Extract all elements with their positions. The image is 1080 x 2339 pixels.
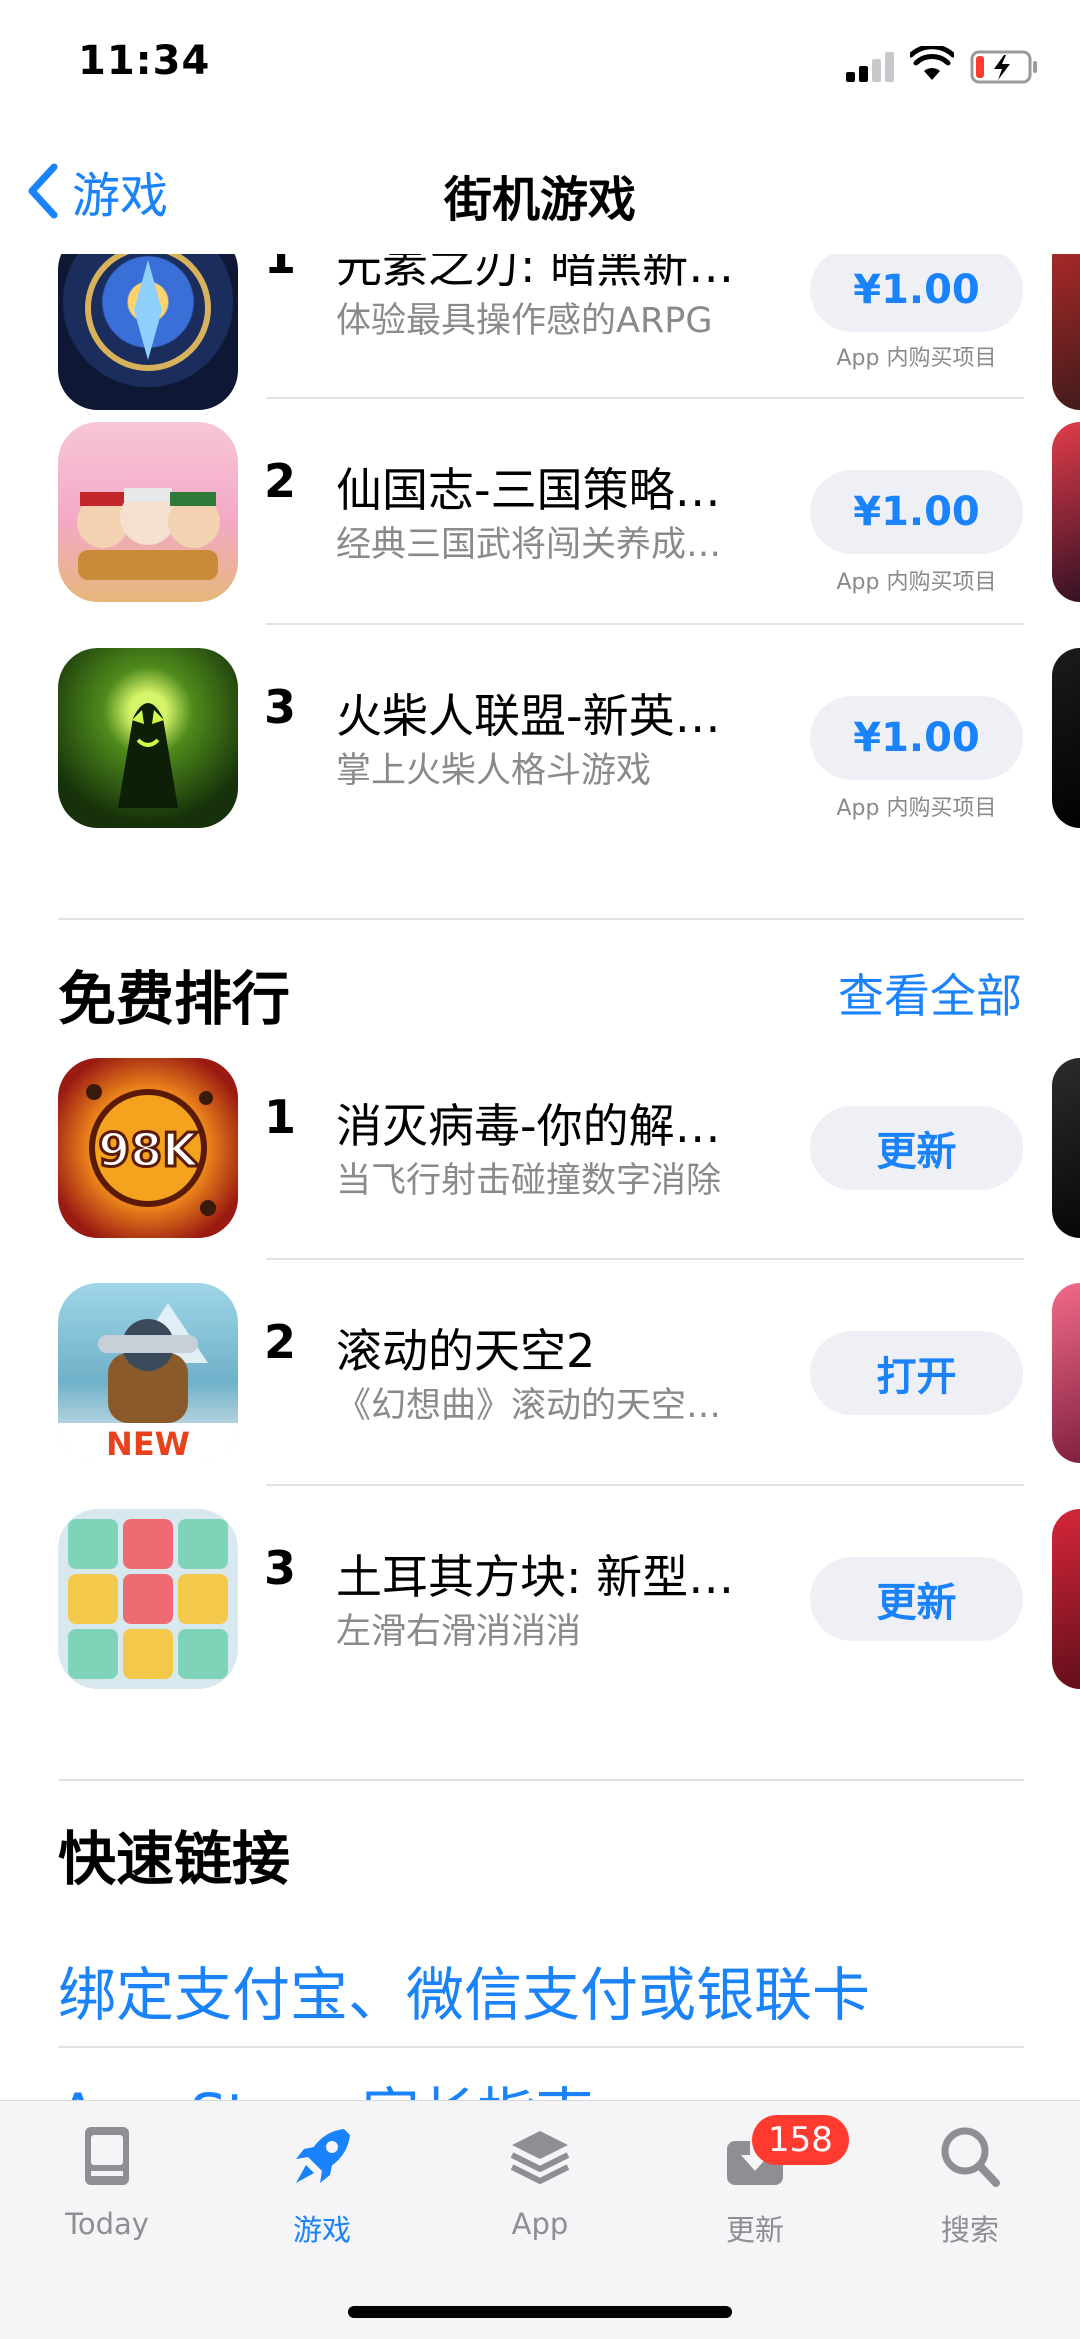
divider bbox=[58, 2046, 1024, 2048]
status-time: 11:34 bbox=[78, 38, 211, 84]
layers-icon bbox=[510, 2131, 570, 2184]
page-title: 街机游戏 bbox=[443, 172, 636, 228]
next-column-icon bbox=[1052, 422, 1080, 602]
list-item[interactable]: 3 土耳其方块: 新型… 左滑右滑消消消 更新 bbox=[0, 1509, 1080, 1734]
app-name: 土耳其方块: 新型… bbox=[336, 1550, 735, 1604]
open-button[interactable]: 打开 bbox=[810, 1331, 1023, 1415]
tab-updates[interactable]: 158 更新 bbox=[680, 2115, 849, 2261]
app-icon: 98K bbox=[58, 1058, 238, 1238]
cellular-signal-icon bbox=[846, 52, 898, 82]
in-app-purchase-note: App 内购买项目 bbox=[836, 796, 997, 821]
tab-apps[interactable]: App bbox=[465, 2121, 615, 2261]
quick-link-parents-guide[interactable]: App Store 家长指南 bbox=[58, 2068, 593, 2100]
tab-label: 更新 bbox=[725, 2213, 784, 2247]
app-subtitle: 当飞行射击碰撞数字消除 bbox=[336, 1161, 722, 1201]
tab-label: App bbox=[511, 2207, 569, 2241]
wifi-icon bbox=[910, 46, 954, 80]
next-column-icon bbox=[1052, 230, 1080, 410]
divider bbox=[266, 623, 1024, 625]
in-app-purchase-note: App 内购买项目 bbox=[836, 570, 997, 595]
see-all-link[interactable]: 查看全部 bbox=[838, 960, 1022, 1026]
app-icon bbox=[58, 422, 238, 602]
app-subtitle: 掌上火柴人格斗游戏 bbox=[336, 751, 652, 791]
battery-charging-icon bbox=[970, 50, 1037, 84]
rank-number: 3 bbox=[264, 680, 297, 734]
search-icon bbox=[941, 2127, 1000, 2187]
section-divider bbox=[58, 918, 1024, 920]
icon-text: 98K bbox=[98, 1123, 200, 1177]
quick-link-payment[interactable]: 绑定支付宝、微信支付或银联卡 bbox=[58, 1948, 870, 2032]
rank-number: 1 bbox=[264, 1090, 297, 1144]
app-name: 滚动的天空2 bbox=[336, 1324, 596, 1378]
list-item[interactable]: 98K 1 消灭病毒-你的解… 当飞行射击碰撞数字消除 更新 bbox=[0, 1058, 1080, 1283]
rank-number: 2 bbox=[264, 454, 297, 508]
app-name: 仙国志-三国策略… bbox=[336, 463, 721, 517]
tab-bar: Today 游戏 App 158 更新 搜索 bbox=[0, 2100, 1080, 2339]
list-item[interactable]: 2 仙国志-三国策略… 经典三国武将闯关养成… ¥1.00 App 内购买项目 bbox=[0, 422, 1080, 647]
tab-label: 游戏 bbox=[292, 2213, 351, 2247]
tab-games[interactable]: 游戏 bbox=[247, 2121, 397, 2261]
tab-label: 搜索 bbox=[940, 2213, 999, 2247]
price-button[interactable]: ¥1.00 bbox=[810, 470, 1023, 554]
divider bbox=[266, 1484, 1024, 1486]
rank-number: 3 bbox=[264, 1541, 297, 1595]
section-title: 免费排行 bbox=[58, 965, 291, 1033]
divider bbox=[266, 397, 1024, 399]
next-column-icon bbox=[1052, 1509, 1080, 1689]
app-icon bbox=[58, 648, 238, 828]
app-icon bbox=[58, 230, 238, 410]
next-column-icon bbox=[1052, 1058, 1080, 1238]
tab-today[interactable]: Today bbox=[32, 2121, 182, 2261]
rank-number: 2 bbox=[264, 1315, 297, 1369]
status-bar: 11:34 bbox=[0, 0, 1080, 132]
icon-text: NEW bbox=[106, 1425, 190, 1463]
app-subtitle: 体验最具操作感的ARPG bbox=[336, 301, 713, 341]
navigation-bar: 游戏 街机游戏 bbox=[0, 132, 1080, 254]
app-icon: NEW bbox=[58, 1283, 238, 1463]
today-icon bbox=[85, 2127, 129, 2185]
list-item[interactable]: NEW 2 滚动的天空2 《幻想曲》滚动的天空… 打开 bbox=[0, 1283, 1080, 1508]
price-button[interactable]: ¥1.00 bbox=[810, 248, 1023, 332]
updates-badge: 158 bbox=[752, 2115, 849, 2165]
next-column-icon bbox=[1052, 1283, 1080, 1463]
rocket-icon bbox=[296, 2129, 350, 2183]
app-subtitle: 《幻想曲》滚动的天空… bbox=[336, 1386, 722, 1426]
in-app-purchase-note: App 内购买项目 bbox=[836, 346, 997, 371]
app-subtitle: 左滑右滑消消消 bbox=[336, 1612, 582, 1652]
list-item[interactable]: 3 火柴人联盟-新英… 掌上火柴人格斗游戏 ¥1.00 App 内购买项目 bbox=[0, 648, 1080, 873]
app-subtitle: 经典三国武将闯关养成… bbox=[336, 525, 722, 565]
scroll-content[interactable]: 1 元素之刃: 暗黑新… 体验最具操作感的ARPG ¥1.00 App 内购买项… bbox=[0, 0, 1080, 2100]
section-title: 快速链接 bbox=[58, 1825, 291, 1893]
update-button[interactable]: 更新 bbox=[810, 1557, 1023, 1641]
tab-label: Today bbox=[65, 2207, 149, 2241]
app-name: 火柴人联盟-新英… bbox=[336, 689, 721, 743]
update-button[interactable]: 更新 bbox=[810, 1106, 1023, 1190]
next-column-icon bbox=[1052, 648, 1080, 828]
price-button[interactable]: ¥1.00 bbox=[810, 696, 1023, 780]
divider bbox=[266, 1258, 1024, 1260]
tab-search[interactable]: 搜索 bbox=[895, 2121, 1045, 2261]
section-divider bbox=[58, 1779, 1024, 1781]
app-name: 消灭病毒-你的解… bbox=[336, 1099, 721, 1153]
app-icon bbox=[58, 1509, 238, 1689]
home-indicator[interactable] bbox=[348, 2306, 732, 2318]
